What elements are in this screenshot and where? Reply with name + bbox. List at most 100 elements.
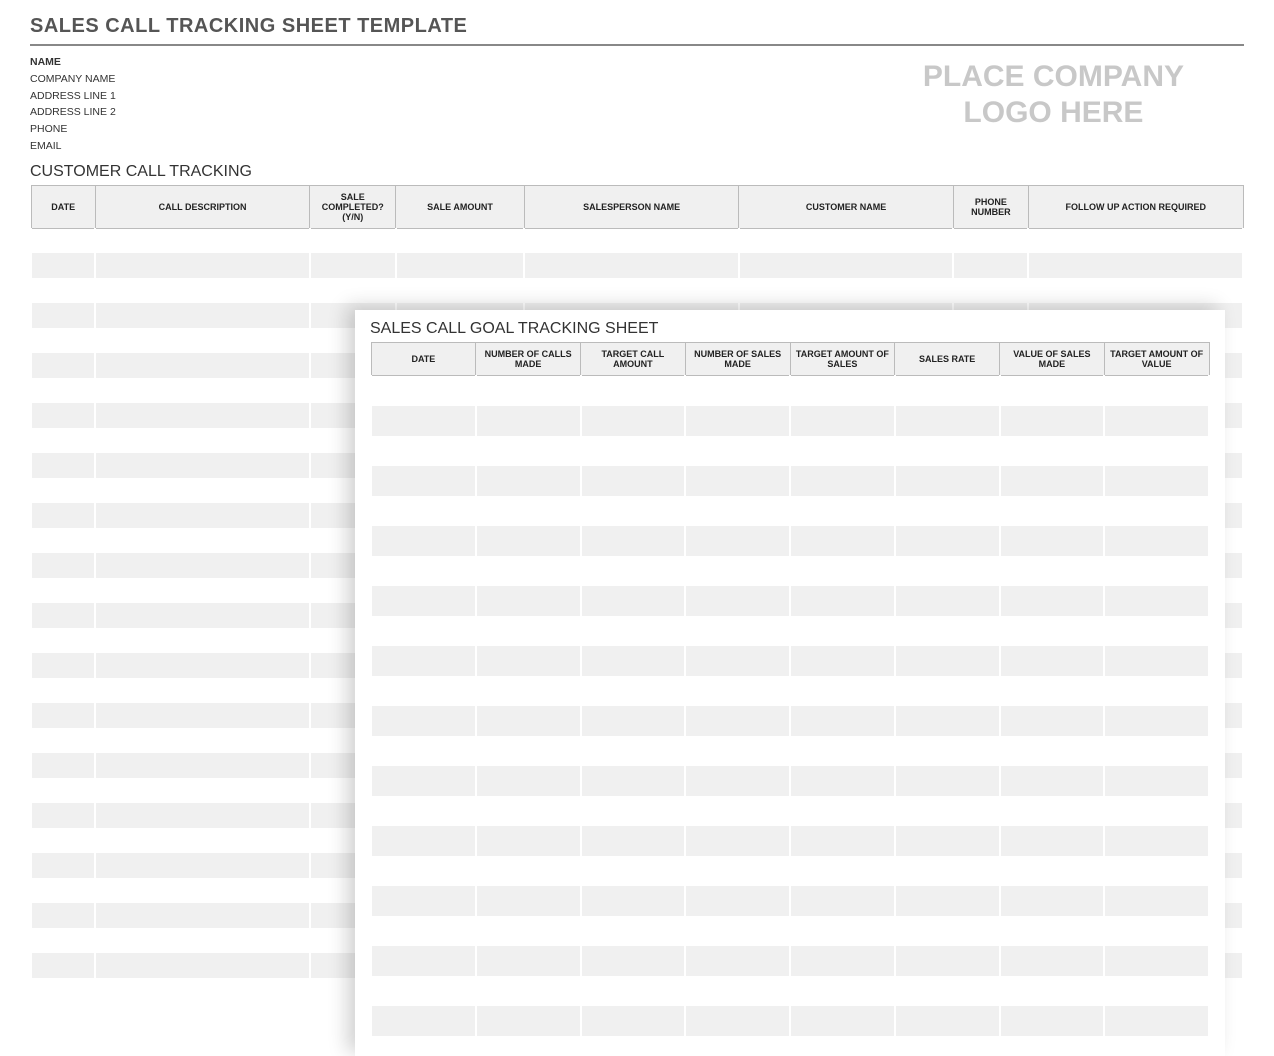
table-cell[interactable] [396,228,525,253]
table-cell[interactable] [1104,496,1209,526]
table-cell[interactable] [95,903,310,928]
table-cell[interactable] [685,976,790,1006]
table-cell[interactable] [476,406,581,436]
table-cell[interactable] [95,778,310,803]
table-cell[interactable] [685,706,790,736]
table-cell[interactable] [685,466,790,496]
table-cell[interactable] [476,496,581,526]
table-cell[interactable] [581,886,686,916]
table-cell[interactable] [476,616,581,646]
table-cell[interactable] [1000,826,1105,856]
table-cell[interactable] [31,728,95,753]
table-cell[interactable] [790,826,895,856]
table-cell[interactable] [31,878,95,903]
table-cell[interactable] [790,1006,895,1036]
table-cell[interactable] [685,856,790,886]
table-cell[interactable] [790,976,895,1006]
table-cell[interactable] [1000,556,1105,586]
table-cell[interactable] [396,278,525,303]
table-cell[interactable] [524,278,739,303]
table-cell[interactable] [790,646,895,676]
table-cell[interactable] [685,436,790,466]
table-cell[interactable] [895,766,1000,796]
table-cell[interactable] [1028,278,1243,303]
table-cell[interactable] [371,796,476,826]
table-cell[interactable] [476,556,581,586]
table-cell[interactable] [790,886,895,916]
table-cell[interactable] [371,556,476,586]
table-cell[interactable] [371,676,476,706]
table-cell[interactable] [371,526,476,556]
table-cell[interactable] [95,628,310,653]
table-cell[interactable] [95,853,310,878]
table-cell[interactable] [1104,826,1209,856]
table-cell[interactable] [371,616,476,646]
table-cell[interactable] [581,676,686,706]
table-cell[interactable] [476,436,581,466]
table-cell[interactable] [371,946,476,976]
table-cell[interactable] [371,496,476,526]
table-cell[interactable] [685,526,790,556]
table-cell[interactable] [95,678,310,703]
table-cell[interactable] [95,578,310,603]
table-cell[interactable] [790,556,895,586]
table-cell[interactable] [95,803,310,828]
table-cell[interactable] [581,856,686,886]
table-cell[interactable] [95,703,310,728]
table-cell[interactable] [685,586,790,616]
table-cell[interactable] [310,228,396,253]
table-cell[interactable] [895,406,1000,436]
table-cell[interactable] [371,646,476,676]
table-cell[interactable] [1104,916,1209,946]
table-cell[interactable] [31,328,95,353]
table-cell[interactable] [31,503,95,528]
table-cell[interactable] [1104,586,1209,616]
table-cell[interactable] [31,678,95,703]
table-cell[interactable] [581,526,686,556]
table-cell[interactable] [371,586,476,616]
table-cell[interactable] [476,736,581,766]
table-cell[interactable] [476,886,581,916]
table-cell[interactable] [95,278,310,303]
table-cell[interactable] [1000,376,1105,406]
table-cell[interactable] [371,766,476,796]
table-cell[interactable] [31,428,95,453]
table-cell[interactable] [1104,976,1209,1006]
table-cell[interactable] [310,278,396,303]
table-cell[interactable] [476,526,581,556]
table-cell[interactable] [1104,796,1209,826]
table-cell[interactable] [95,453,310,478]
table-cell[interactable] [371,406,476,436]
table-cell[interactable] [895,946,1000,976]
table-cell[interactable] [895,646,1000,676]
table-cell[interactable] [95,753,310,778]
table-cell[interactable] [685,886,790,916]
table-cell[interactable] [95,653,310,678]
table-cell[interactable] [953,253,1028,278]
table-cell[interactable] [685,556,790,586]
table-cell[interactable] [31,778,95,803]
table-cell[interactable] [895,886,1000,916]
table-cell[interactable] [476,946,581,976]
table-cell[interactable] [581,616,686,646]
table-cell[interactable] [790,466,895,496]
table-cell[interactable] [31,653,95,678]
table-cell[interactable] [31,703,95,728]
table-cell[interactable] [685,406,790,436]
table-cell[interactable] [95,253,310,278]
table-cell[interactable] [371,736,476,766]
table-cell[interactable] [95,828,310,853]
table-cell[interactable] [1104,856,1209,886]
table-cell[interactable] [685,766,790,796]
table-cell[interactable] [1000,496,1105,526]
table-cell[interactable] [1104,736,1209,766]
table-cell[interactable] [739,253,954,278]
table-cell[interactable] [895,736,1000,766]
table-cell[interactable] [790,796,895,826]
table-cell[interactable] [476,826,581,856]
table-cell[interactable] [524,253,739,278]
table-cell[interactable] [581,466,686,496]
table-cell[interactable] [1000,706,1105,736]
table-cell[interactable] [371,916,476,946]
table-cell[interactable] [1104,616,1209,646]
